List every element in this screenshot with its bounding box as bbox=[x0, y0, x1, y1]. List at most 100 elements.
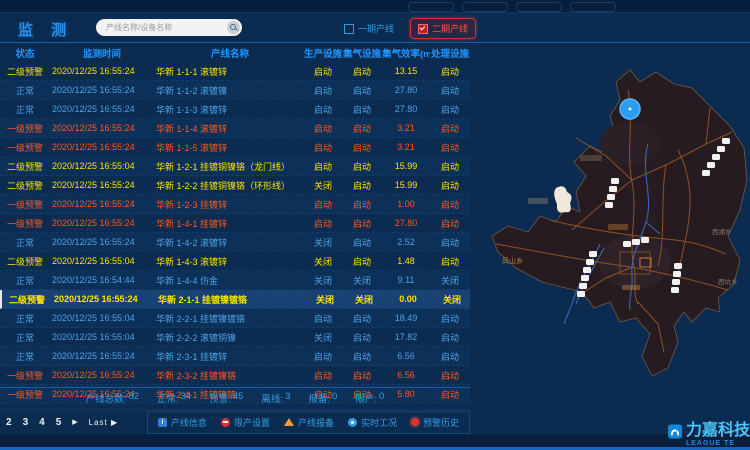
table-row[interactable]: 二级预警 2020/12/25 16:55:24 华新 1-1-1 滚镀锌 启动… bbox=[0, 62, 470, 81]
limit-settings-button[interactable]: 限产设置 bbox=[221, 416, 270, 429]
last-page-button[interactable]: Last ▶ bbox=[89, 418, 119, 427]
time-cell: 2020/12/25 16:55:24 bbox=[50, 142, 154, 152]
factory-marker[interactable] bbox=[717, 146, 725, 152]
page-5[interactable]: 5 bbox=[56, 417, 62, 428]
factory-marker[interactable] bbox=[581, 275, 589, 281]
efficiency-cell: 27.80 bbox=[382, 85, 430, 95]
factory-marker[interactable] bbox=[607, 194, 615, 200]
table-row[interactable]: 正常 2020/12/25 16:55:24 华新 1-1-3 滚镀锌 启动 启… bbox=[0, 100, 470, 119]
treatment-facility-cell: 启动 bbox=[430, 236, 470, 249]
realtime-status-button[interactable]: 实时工况 bbox=[348, 416, 397, 429]
table-row[interactable]: 二级预警 2020/12/25 16:55:24 华新 1-2-2 挂镀铜镍铬（… bbox=[0, 176, 470, 195]
col-treatment: 处理设施 bbox=[430, 46, 470, 60]
header-divider bbox=[0, 42, 750, 43]
district-map[interactable]: 凤山乡 西湖乡 西坑乡 bbox=[480, 52, 750, 397]
table-row[interactable]: 正常 2020/12/25 16:55:24 华新 1-4-2 滚镀锌 关闭 启… bbox=[0, 233, 470, 252]
factory-marker[interactable] bbox=[673, 271, 681, 277]
factory-marker[interactable] bbox=[707, 162, 715, 168]
time-cell: 2020/12/25 16:55:24 bbox=[50, 351, 154, 361]
table-row[interactable]: 一级预警 2020/12/25 16:55:24 华新 1-1-4 滚镀锌 启动… bbox=[0, 119, 470, 138]
factory-marker[interactable] bbox=[579, 283, 587, 289]
table-row[interactable]: 正常 2020/12/25 16:55:24 华新 2-3-1 挂镀锌 启动 启… bbox=[0, 347, 470, 366]
table-row[interactable]: 一级预警 2020/12/25 16:55:24 华新 2-3-2 挂镀镍铬 启… bbox=[0, 366, 470, 385]
factory-marker[interactable] bbox=[586, 259, 594, 265]
gas-facility-cell: 启动 bbox=[342, 84, 382, 97]
phase1-checkbox[interactable]: 一期产线 bbox=[344, 22, 394, 35]
monitoring-dashboard: 监 测 一期产线 二期产线 状态 监测时间 产线名称 生产设施 集气设施 集气效… bbox=[0, 0, 750, 450]
factory-marker[interactable] bbox=[641, 237, 649, 243]
page-4[interactable]: 4 bbox=[39, 417, 45, 428]
gas-facility-cell: 关闭 bbox=[342, 274, 382, 287]
efficiency-cell: 15.99 bbox=[382, 161, 430, 171]
table-row[interactable]: 一级预警 2020/12/25 16:55:24 华新 1-4-1 挂镀锌 启动… bbox=[0, 214, 470, 233]
line-name-cell: 华新 1-4-3 滚镀锌 bbox=[154, 255, 304, 268]
table-body: 二级预警 2020/12/25 16:55:24 华新 1-1-1 滚镀锌 启动… bbox=[0, 62, 470, 404]
gas-facility-cell: 启动 bbox=[342, 65, 382, 78]
factory-marker[interactable] bbox=[583, 267, 591, 273]
status-cell: 一级预警 bbox=[0, 141, 50, 154]
factory-marker[interactable] bbox=[605, 202, 613, 208]
line-report-button[interactable]: 产线报备 bbox=[284, 416, 334, 429]
time-cell: 2020/12/25 16:55:24 bbox=[50, 104, 154, 114]
efficiency-cell: 9.11 bbox=[382, 275, 430, 285]
factory-marker[interactable] bbox=[722, 138, 730, 144]
gas-facility-cell: 启动 bbox=[342, 331, 382, 344]
line-name-cell: 华新 1-4-1 挂镀锌 bbox=[154, 217, 304, 230]
col-time: 监测时间 bbox=[50, 46, 154, 60]
factory-marker[interactable] bbox=[577, 291, 585, 297]
efficiency-cell: 3.21 bbox=[382, 123, 430, 133]
checkbox-icon[interactable] bbox=[344, 24, 354, 34]
page-3[interactable]: 3 bbox=[23, 417, 29, 428]
time-cell: 2020/12/25 16:55:04 bbox=[50, 313, 154, 323]
phase2-button[interactable]: 二期产线 bbox=[410, 18, 476, 39]
line-name-cell: 华新 1-1-5 滚镀锌 bbox=[154, 141, 304, 154]
brand-name: 力嘉科技 bbox=[686, 416, 750, 440]
factory-marker[interactable] bbox=[632, 239, 640, 245]
factory-marker[interactable] bbox=[623, 241, 631, 247]
treatment-facility-cell: 启动 bbox=[430, 369, 470, 382]
search-box[interactable] bbox=[96, 19, 242, 36]
time-cell: 2020/12/25 16:55:24 bbox=[50, 66, 154, 76]
factory-marker[interactable] bbox=[712, 154, 720, 160]
production-facility-cell: 启动 bbox=[304, 350, 342, 363]
warning-history-button[interactable]: 预警历史 bbox=[411, 416, 459, 429]
table-row[interactable]: 二级预警 2020/12/25 16:55:04 华新 1-2-1 挂镀铜镍铬（… bbox=[0, 157, 470, 176]
next-page-icon[interactable]: ▶ bbox=[72, 418, 77, 426]
phase2-label: 二期产线 bbox=[432, 22, 468, 35]
table-row[interactable]: 二级预警 2020/12/25 16:55:24 华新 2-1-1 挂镀镍镀铬 … bbox=[0, 290, 470, 309]
treatment-facility-cell: 启动 bbox=[430, 103, 470, 116]
factory-marker[interactable] bbox=[674, 263, 682, 269]
treatment-facility-cell: 启动 bbox=[430, 84, 470, 97]
search-icon[interactable] bbox=[227, 21, 240, 34]
table-header: 状态 监测时间 产线名称 生产设施 集气设施 集气效率(m³/s) 处理设施 bbox=[0, 44, 470, 62]
factory-marker[interactable] bbox=[672, 279, 680, 285]
production-facility-cell: 启动 bbox=[304, 369, 342, 382]
production-facility-cell: 启动 bbox=[304, 198, 342, 211]
production-facility-cell: 关闭 bbox=[304, 179, 342, 192]
line-name-cell: 华新 2-1-1 挂镀镍镀铬 bbox=[156, 293, 306, 306]
time-cell: 2020/12/25 16:55:04 bbox=[50, 256, 154, 266]
factory-marker[interactable] bbox=[611, 178, 619, 184]
table-row[interactable]: 一级预警 2020/12/25 16:55:24 华新 1-2-3 挂镀锌 启动… bbox=[0, 195, 470, 214]
line-name-cell: 华新 1-4-4 仿金 bbox=[154, 274, 304, 287]
factory-marker[interactable] bbox=[609, 186, 617, 192]
checked-checkbox-icon[interactable] bbox=[418, 24, 428, 34]
table-row[interactable]: 一级预警 2020/12/25 16:55:24 华新 1-1-5 滚镀锌 启动… bbox=[0, 138, 470, 157]
time-cell: 2020/12/25 16:54:44 bbox=[50, 275, 154, 285]
status-cell: 一级预警 bbox=[0, 122, 50, 135]
factory-marker[interactable] bbox=[589, 251, 597, 257]
line-name-cell: 华新 1-1-4 滚镀锌 bbox=[154, 122, 304, 135]
table-row[interactable]: 正常 2020/12/25 16:55:04 华新 2-2-2 滚镀铜镍 关闭 … bbox=[0, 328, 470, 347]
table-row[interactable]: 正常 2020/12/25 16:55:24 华新 1-1-2 滚镀镍 启动 启… bbox=[0, 81, 470, 100]
ban-circle-icon bbox=[221, 418, 230, 427]
factory-marker[interactable] bbox=[671, 287, 679, 293]
production-facility-cell: 启动 bbox=[304, 84, 342, 97]
page-2[interactable]: 2 bbox=[6, 417, 12, 428]
line-info-button[interactable]: 产线信息 bbox=[158, 416, 207, 429]
factory-marker[interactable] bbox=[702, 170, 710, 176]
table-row[interactable]: 正常 2020/12/25 16:54:44 华新 1-4-4 仿金 关闭 关闭… bbox=[0, 271, 470, 290]
search-input[interactable] bbox=[96, 23, 227, 32]
table-row[interactable]: 二级预警 2020/12/25 16:55:04 华新 1-4-3 滚镀锌 关闭… bbox=[0, 252, 470, 271]
table-row[interactable]: 正常 2020/12/25 16:55:04 华新 2-2-1 挂镀镍镀铬 启动… bbox=[0, 309, 470, 328]
treatment-facility-cell: 启动 bbox=[430, 141, 470, 154]
